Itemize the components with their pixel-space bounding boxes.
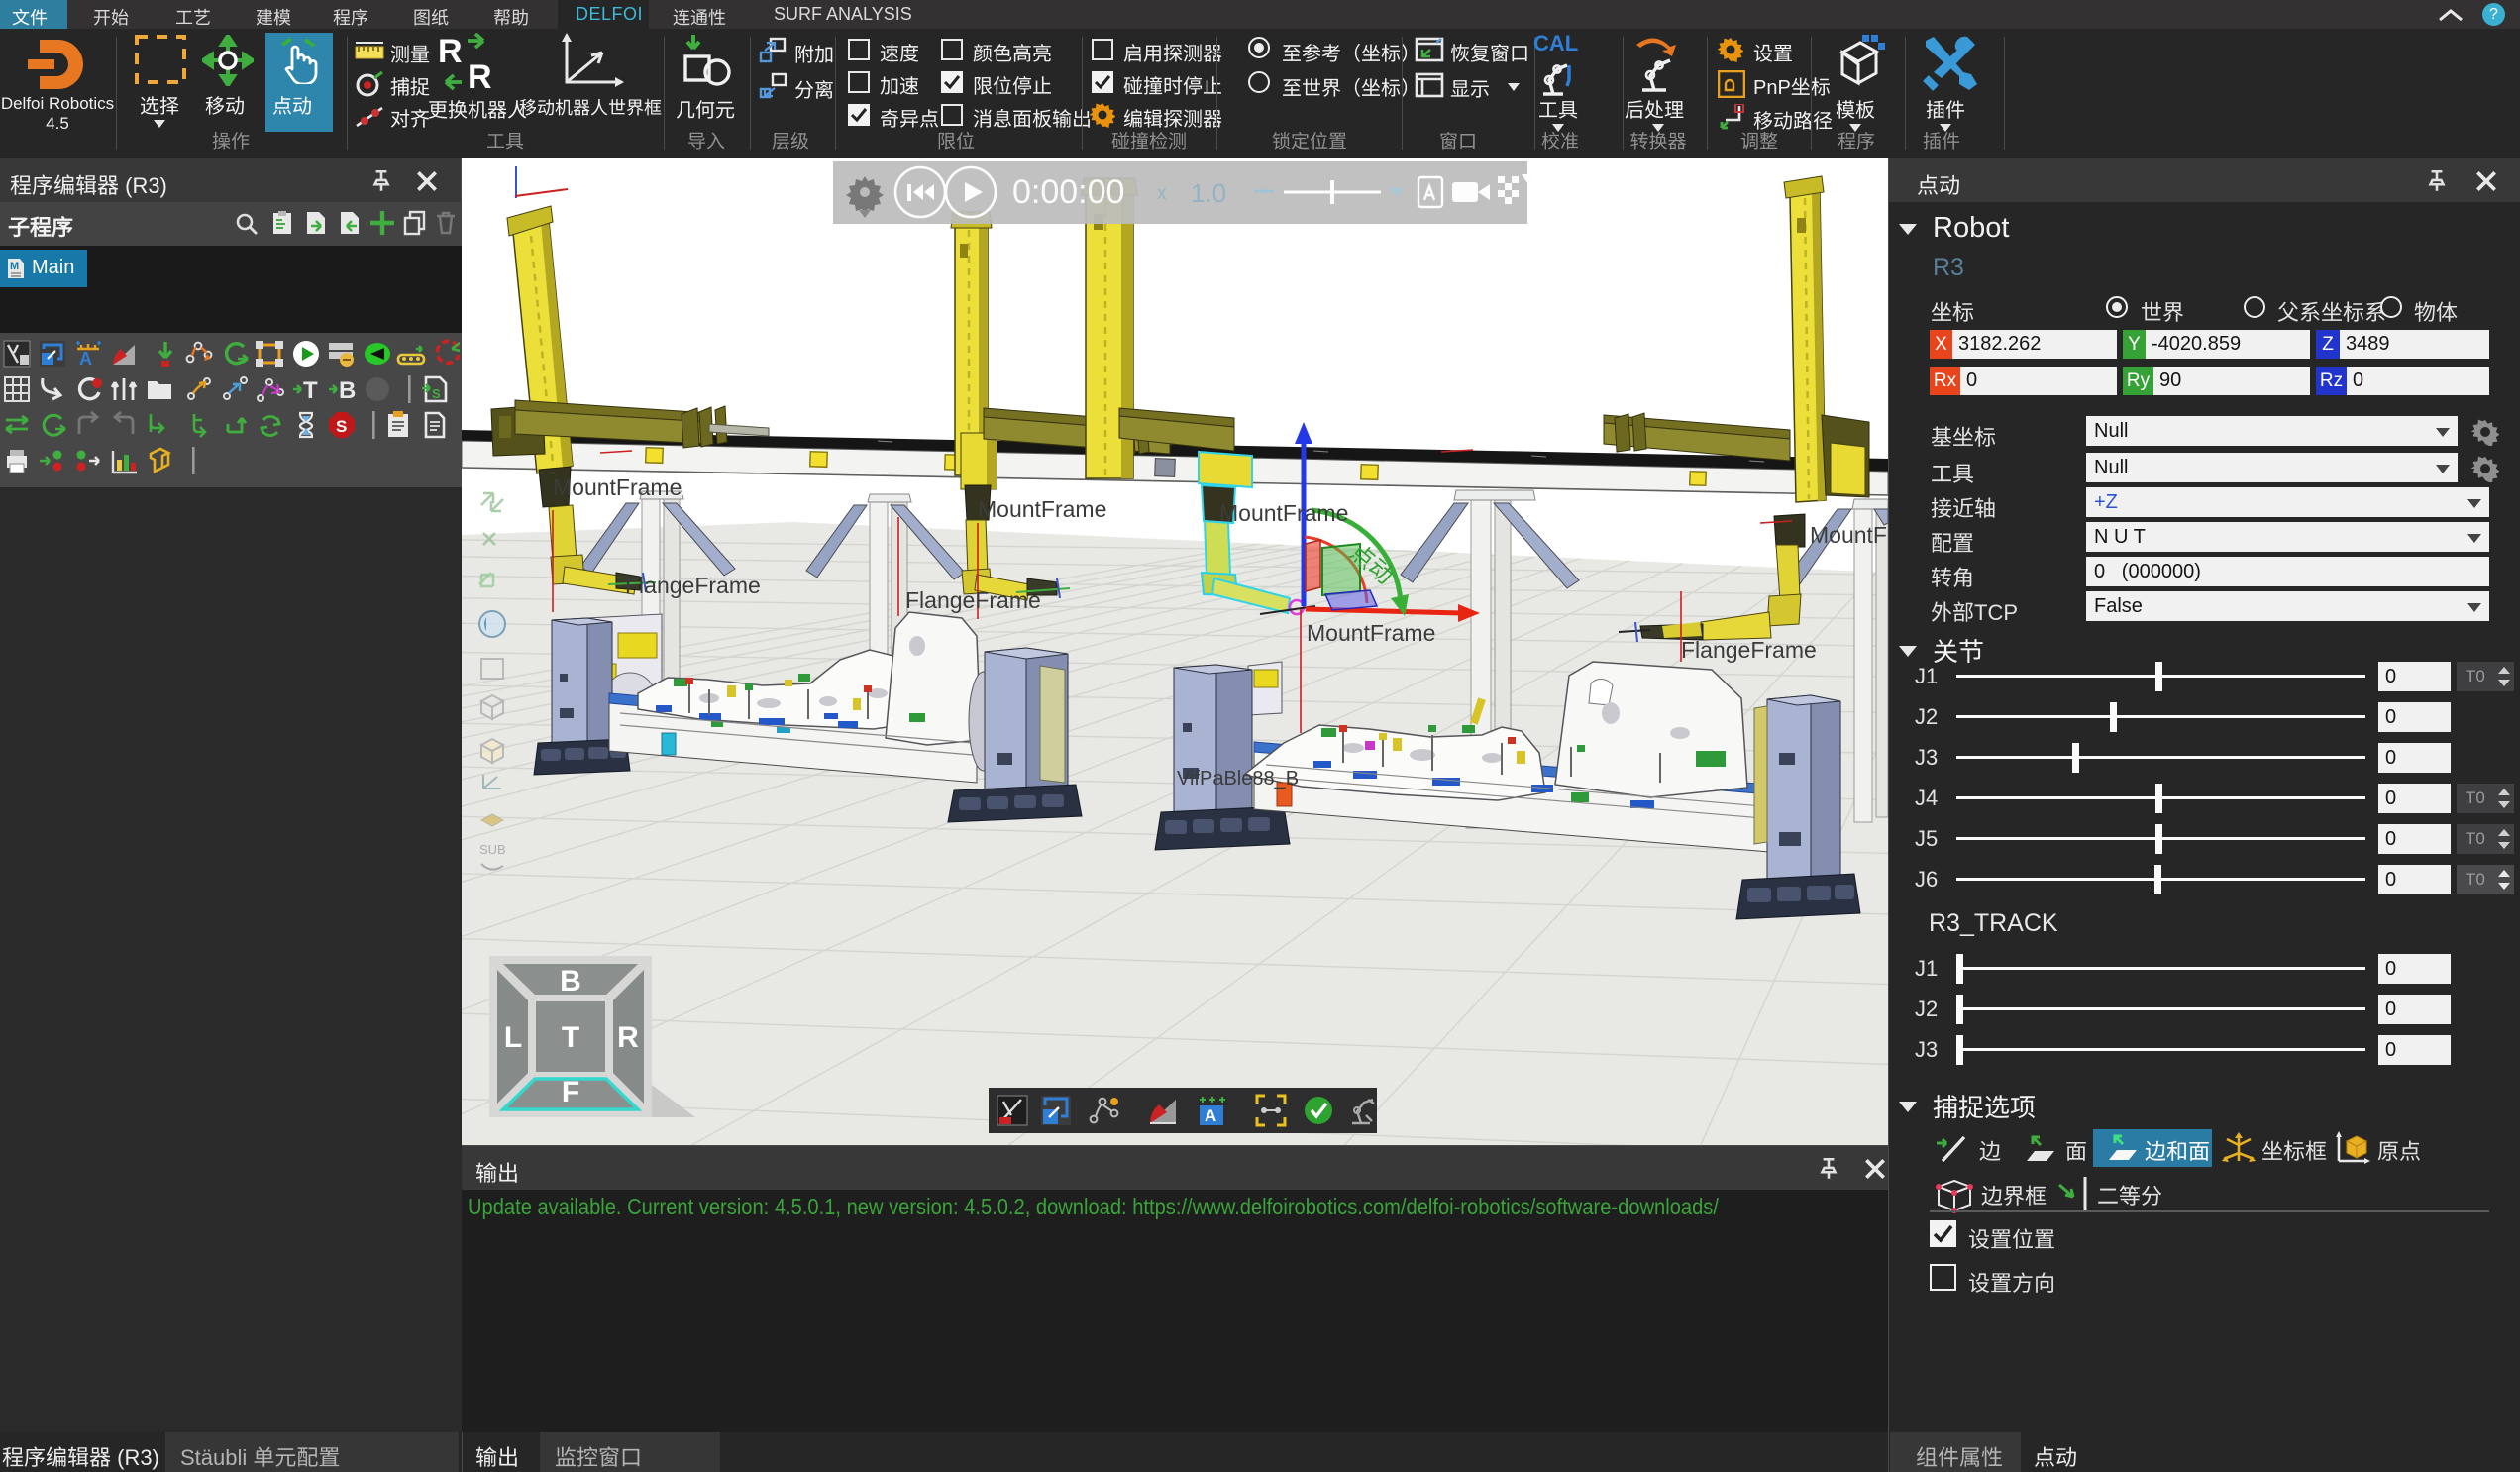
svg-text:MountFrame: MountFrame: [1219, 500, 1348, 526]
svg-text:R: R: [468, 58, 492, 92]
svg-text:MountFrame: MountFrame: [978, 496, 1106, 522]
svg-text:M: M: [10, 261, 19, 272]
svg-text:R: R: [617, 1021, 639, 1054]
svg-text:L: L: [504, 1021, 522, 1054]
svg-text:R: R: [438, 33, 463, 70]
svg-text:S: S: [432, 386, 441, 401]
svg-text:F: F: [562, 1076, 579, 1108]
svg-text:FlangeFrame: FlangeFrame: [905, 587, 1041, 613]
svg-text:1.0: 1.0: [1191, 178, 1226, 208]
svg-text:MountFrame: MountFrame: [1307, 620, 1435, 646]
svg-text:0:00:00: 0:00:00: [1012, 173, 1124, 211]
svg-text:T: T: [303, 377, 318, 404]
svg-text:MountFrame: MountFrame: [1810, 522, 1888, 548]
svg-text:A: A: [1205, 1106, 1216, 1125]
svg-text:MountFrame: MountFrame: [553, 474, 682, 500]
svg-text:B: B: [339, 377, 356, 404]
svg-text:FlangeFrame: FlangeFrame: [1681, 637, 1817, 663]
svg-text:x: x: [1157, 183, 1167, 204]
svg-text:A: A: [79, 349, 92, 368]
svg-text:VifPaBle88_B: VifPaBle88_B: [1177, 768, 1299, 789]
svg-text:S: S: [336, 417, 347, 436]
svg-text:T: T: [562, 1021, 579, 1054]
svg-text:FlangeFrame: FlangeFrame: [625, 573, 761, 598]
svg-text:B: B: [560, 965, 581, 998]
svg-text:SUB: SUB: [479, 842, 506, 857]
